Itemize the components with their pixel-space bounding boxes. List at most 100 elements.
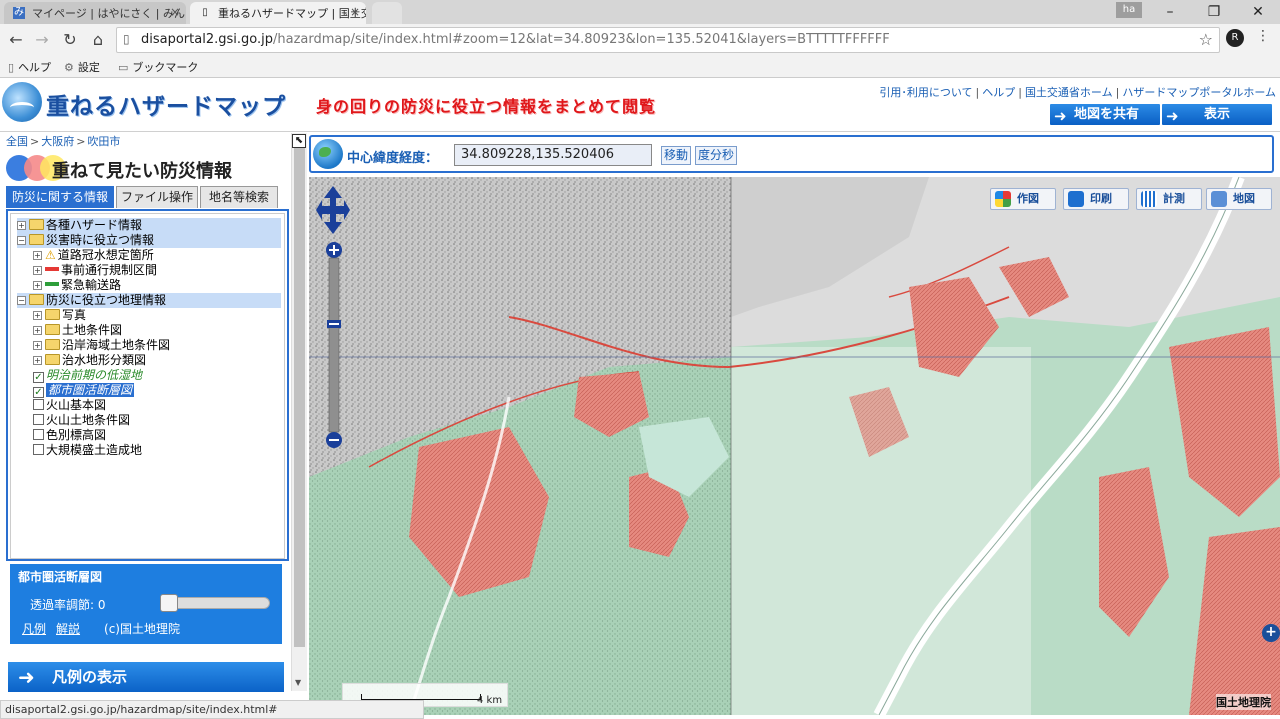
explanation-link[interactable]: 解説 (56, 622, 80, 636)
link-citation[interactable]: 引用･利用について (879, 86, 972, 99)
bookmark-settings[interactable]: ⚙ 設定 (64, 59, 100, 75)
tree-item-label: 写真 (62, 308, 87, 322)
expand-icon[interactable]: + (33, 341, 42, 350)
legend-link[interactable]: 凡例 (22, 622, 46, 636)
site-title[interactable]: 重ねるハザードマップ (46, 87, 286, 121)
tree-item[interactable]: 火山基本図 (33, 398, 106, 413)
dms-button[interactable]: 度分秒 (695, 146, 738, 165)
page-icon: ▯ (8, 61, 15, 74)
browser-tab-hazardmap[interactable]: ▯ 重ねるハザードマップ | 国土交 × (190, 2, 366, 24)
tree-item[interactable]: 大規模盛土造成地 (33, 443, 142, 458)
address-bar[interactable]: ▯ disaportal2.gsi.go.jp/hazardmap/site/i… (116, 27, 1220, 53)
tree-item[interactable]: + 治水地形分類図 (33, 353, 146, 368)
hazard-map[interactable] (309, 177, 1280, 715)
tree-item[interactable]: + 各種ハザード情報 (17, 218, 281, 233)
pan-arrows-icon (316, 186, 350, 234)
breadcrumb-suita[interactable]: 吹田市 (87, 135, 120, 148)
checkbox[interactable] (33, 414, 44, 425)
expand-icon[interactable]: + (17, 221, 26, 230)
panel-scrollbar[interactable]: ▲ ▼ (291, 133, 307, 691)
folder-icon (45, 354, 60, 365)
minimize-icon[interactable]: – (1148, 0, 1192, 24)
window-close-icon[interactable]: ✕ (1236, 0, 1280, 24)
tree-item[interactable]: 火山土地条件図 (33, 413, 130, 428)
expand-icon[interactable]: + (33, 356, 42, 365)
home-icon[interactable]: ⌂ (86, 28, 110, 52)
link-portal-home[interactable]: ハザードマップポータルホーム (1122, 86, 1276, 99)
scroll-down-icon[interactable]: ▼ (295, 678, 301, 687)
link-mlit-home[interactable]: 国土交通省ホーム (1025, 86, 1113, 99)
breadcrumb-japan[interactable]: 全国 (6, 135, 28, 148)
tree-item[interactable]: 色別標高図 (33, 428, 106, 443)
tree-item[interactable]: − 災害時に役立つ情報 (17, 233, 281, 248)
close-icon[interactable]: × (350, 5, 360, 19)
expand-icon[interactable]: + (33, 266, 42, 275)
bookmark-star-icon[interactable]: ☆ (1199, 30, 1213, 49)
pan-control[interactable] (316, 186, 350, 234)
show-legend-button[interactable]: ➜ 凡例の表示 (8, 662, 284, 692)
transparency-slider-thumb[interactable] (160, 594, 178, 612)
print-icon (1068, 191, 1084, 207)
extension-icon[interactable]: R (1226, 29, 1244, 47)
collapse-icon[interactable]: − (17, 236, 26, 245)
browser-menu-icon[interactable]: ⋮ (1256, 28, 1270, 44)
checkbox[interactable] (33, 429, 44, 440)
tree-item[interactable]: + 事前通行規制区間 (33, 263, 157, 278)
layer-settings-panel: 都市圏活断層図 透過率調節: 0 凡例 解説 (c)国土地理院 (10, 564, 282, 644)
expand-icon[interactable]: + (33, 251, 42, 260)
checkbox[interactable] (33, 444, 44, 455)
zoom-control[interactable] (326, 242, 342, 448)
expand-icon[interactable]: + (33, 326, 42, 335)
draw-tool-button[interactable]: 作図 (990, 188, 1056, 210)
checkbox[interactable]: ✓ (33, 387, 44, 398)
share-map-button[interactable]: ➜ 地図を共有 (1050, 104, 1160, 125)
tree-item-label: 大規模盛土造成地 (46, 443, 143, 457)
tree-item[interactable]: − 防災に役立つ地理情報 (17, 293, 281, 308)
reload-icon[interactable]: ↻ (58, 28, 82, 52)
tab-place-search[interactable]: 地名等検索 (200, 186, 278, 208)
print-tool-button[interactable]: 印刷 (1063, 188, 1129, 210)
tree-item[interactable]: + 写真 (33, 308, 86, 323)
url-text: disaportal2.gsi.go.jp/hazardmap/site/ind… (141, 32, 890, 47)
tree-item[interactable]: + 沿岸海域土地条件図 (33, 338, 170, 353)
arrow-right-icon: ➜ (1054, 107, 1067, 125)
display-button[interactable]: ➜ 表示 (1162, 104, 1272, 125)
user-profile-badge[interactable]: ha (1116, 2, 1142, 18)
tree-item[interactable]: ✓ 明治前期の低湿地 (33, 368, 142, 383)
restore-icon[interactable]: ❐ (1192, 0, 1236, 24)
forward-arrow-icon[interactable]: → (30, 28, 54, 52)
expand-icon[interactable]: + (33, 311, 42, 320)
tree-item-label: 火山土地条件図 (46, 413, 131, 427)
new-tab-button[interactable] (372, 2, 402, 24)
link-help[interactable]: ヘルプ (982, 86, 1015, 99)
checkbox[interactable] (33, 399, 44, 410)
layer-tree[interactable]: + 各種ハザード情報 − 災害時に役立つ情報 + ⚠ 道路冠水想定箇所 + 事前通行規制区間 + 緊… (10, 213, 285, 559)
breadcrumb-osaka[interactable]: 大阪府 (41, 135, 74, 148)
tab-disaster-info[interactable]: 防災に関する情報 (6, 186, 114, 208)
bookmark-help[interactable]: ▯ ヘルプ (8, 59, 51, 75)
green-line-icon (45, 282, 59, 286)
bookmark-folder[interactable]: ▭ ブックマーク (118, 59, 198, 75)
scale-label: 4 km (477, 695, 503, 706)
expand-icon[interactable]: + (33, 281, 42, 290)
tree-item[interactable]: ✓ 都市圏活断層図 (33, 383, 135, 398)
back-arrow-icon[interactable]: ← (4, 28, 28, 52)
close-icon[interactable]: × (170, 5, 180, 19)
scrollbar-thumb[interactable] (294, 147, 305, 647)
browser-status-bar: disaportal2.gsi.go.jp/hazardmap/site/ind… (0, 700, 424, 719)
checkbox[interactable]: ✓ (33, 372, 44, 383)
add-icon[interactable]: + (1262, 624, 1280, 642)
coordinate-input[interactable]: 34.809228,135.520406 (454, 144, 652, 166)
measure-tool-button[interactable]: 計測 (1136, 188, 1202, 210)
tab-file-operations[interactable]: ファイル操作 (116, 186, 198, 208)
move-button[interactable]: 移動 (661, 146, 692, 165)
tree-item[interactable]: + 土地条件図 (33, 323, 122, 338)
header-links: 引用･利用について | ヘルプ | 国土交通省ホーム | ハザードマップポータルホーム (879, 86, 1276, 99)
collapse-icon[interactable]: − (17, 296, 26, 305)
browser-tab-mypage[interactable]: み マイページ | はやにさく | みん × (4, 2, 186, 24)
tree-item[interactable]: + 緊急輸送路 (33, 278, 121, 293)
map-attribution: 国土地理院 (1216, 694, 1271, 710)
tree-item[interactable]: + ⚠ 道路冠水想定箇所 (33, 248, 154, 263)
map-tool-button[interactable]: 地図 (1206, 188, 1272, 210)
collapse-panel-icon[interactable]: ⬉ (292, 134, 306, 148)
